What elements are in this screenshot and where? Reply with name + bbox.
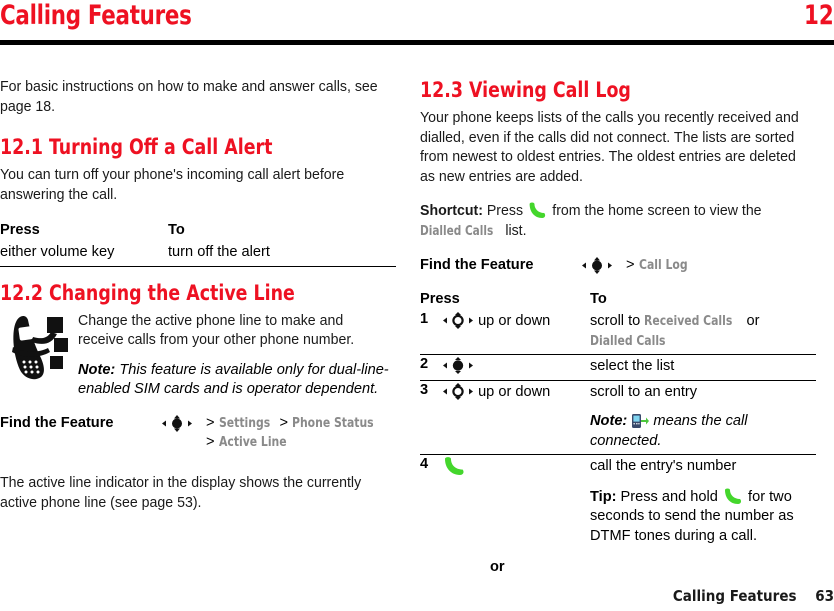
- find-the-feature-label: Find the Feature: [0, 415, 114, 432]
- shortcut-text-1: Press: [486, 203, 524, 219]
- tip-label: Tip:: [590, 488, 617, 505]
- column-header-press: Press: [0, 222, 40, 238]
- tip-text-1: Press and hold: [620, 488, 718, 505]
- page-title: Calling Features: [0, 0, 192, 31]
- menu-item-settings: Settings: [218, 416, 270, 432]
- nav-key-select-icon: [442, 357, 474, 374]
- column-header-to: To: [168, 222, 185, 238]
- section-heading-12-1: 12.1 Turning Off a Call Alert: [0, 135, 273, 160]
- intro-paragraph: For basic instructions on how to make an…: [0, 79, 378, 115]
- nav-key-select-icon: [160, 414, 206, 433]
- menu-item-dialled-calls: Dialled Calls: [590, 333, 666, 349]
- menu-item-call-log: Call Log: [638, 258, 688, 273]
- press-to-table-12-1: Press To either volume key turn off the …: [0, 220, 396, 267]
- find-the-feature-path: > Settings > Phone Status > Active Line: [206, 414, 383, 452]
- press-to-table-12-3: Press To 1 up or down scroll to Received…: [420, 289, 816, 549]
- path-separator-3: >: [206, 434, 215, 451]
- column-header-press: Press: [420, 291, 460, 307]
- table-row: 4 call the entry's number Tip: Press and…: [420, 455, 816, 550]
- shortcut-text-2: from the home screen to view the: [552, 203, 762, 219]
- step-number: 1: [420, 310, 442, 355]
- step-key: up or down: [442, 310, 590, 355]
- note-label: Note:: [590, 413, 628, 429]
- find-the-feature-label: Find the Feature: [420, 257, 534, 273]
- action-text-1: scroll to: [590, 313, 641, 329]
- note-label: Note:: [78, 361, 116, 378]
- step-action: select the list: [590, 354, 816, 381]
- footer-title: Calling Features: [672, 587, 797, 605]
- send-key-icon: [527, 202, 552, 219]
- cell-press: either volume key: [0, 241, 168, 267]
- footer-page-number: 63: [815, 587, 834, 605]
- table-row: 2 select the list: [420, 354, 816, 381]
- find-the-feature-12-3: Find the Feature > Call Log: [420, 256, 816, 275]
- find-the-feature-12-2: Find the Feature > Settings > Phone Stat…: [0, 414, 396, 452]
- header-divider: [0, 40, 834, 45]
- chapter-number: 12: [804, 0, 834, 31]
- table-row: 1 up or down scroll to Received Calls or: [420, 310, 816, 355]
- step-number: 3: [420, 380, 442, 455]
- illustration-block-12-2: Change the active phone line to make and…: [0, 312, 396, 400]
- phone-signal-icon: [10, 312, 72, 389]
- left-column: For basic instructions on how to make an…: [0, 78, 396, 528]
- step-key: up or down: [442, 380, 590, 455]
- or-separator: or: [490, 559, 505, 575]
- send-key-icon: [722, 488, 748, 505]
- section-heading-12-2: 12.2 Changing the Active Line: [0, 280, 295, 306]
- action-text-1: call the entry's number: [590, 458, 737, 474]
- table-header-row: Press To: [0, 220, 396, 241]
- path-separator: >: [626, 257, 635, 273]
- section-12-2-note: Note: This feature is available only for…: [78, 361, 396, 400]
- menu-item-active-line: Active Line: [218, 435, 287, 451]
- nav-key-select-icon: [580, 256, 626, 275]
- find-the-feature-path: > Call Log: [626, 256, 693, 275]
- page-header: Calling Features 12: [0, 0, 834, 46]
- shortcut-text-3: list.: [505, 222, 527, 239]
- step-number: 2: [420, 354, 442, 381]
- step-action: call the entry's number Tip: Press and h…: [590, 455, 816, 550]
- section-12-2-closing: The active line indicator in the display…: [0, 475, 362, 511]
- step-key: [442, 354, 590, 381]
- step-action: scroll to an entry Note: means the call …: [590, 380, 816, 455]
- section-12-1-body: You can turn off your phone's incoming c…: [0, 167, 345, 203]
- section-12-3-body: Your phone keeps lists of the calls you …: [420, 110, 799, 185]
- menu-item-received-calls: Received Calls: [644, 314, 733, 329]
- right-column: 12.3 Viewing Call Log Your phone keeps l…: [420, 78, 816, 575]
- menu-item-phone-status: Phone Status: [292, 416, 374, 432]
- nav-key-scroll-icon: [442, 312, 478, 329]
- step-note: Note: means the call connected.: [590, 412, 816, 451]
- step-key: [442, 455, 590, 550]
- table-row: 3 up or down scroll to an entry Note: me…: [420, 380, 816, 455]
- step-key-text: up or down: [478, 313, 551, 329]
- step-tip: Tip: Press and hold for two seconds to s…: [590, 488, 816, 547]
- shortcut-label: Shortcut:: [420, 203, 483, 219]
- section-12-2-body: Change the active phone line to make and…: [78, 312, 355, 349]
- menu-item-dialled-calls: Dialled Calls: [420, 223, 494, 239]
- send-key-icon: [442, 457, 468, 476]
- shortcut-paragraph: Shortcut: Press from the home screen to …: [420, 202, 804, 241]
- table-header-row: Press To: [420, 289, 816, 310]
- step-key-text: up or down: [478, 383, 551, 400]
- step-action: scroll to Received Calls or Dialled Call…: [590, 310, 816, 355]
- section-heading-12-3: 12.3 Viewing Call Log: [420, 78, 631, 103]
- column-header-to: To: [590, 291, 607, 307]
- table-row: either volume key turn off the alert: [0, 241, 396, 267]
- action-text-1: scroll to an entry: [590, 383, 698, 400]
- phone-connected-icon: [631, 413, 653, 429]
- step-number: 4: [420, 456, 429, 472]
- path-separator: >: [206, 415, 215, 432]
- cell-to: turn off the alert: [168, 241, 396, 267]
- path-separator-2: >: [279, 415, 289, 432]
- action-text-2: or: [746, 313, 760, 329]
- page-footer: Calling Features 63: [673, 587, 834, 605]
- nav-key-scroll-icon: [442, 382, 478, 400]
- note-text: This feature is available only for dual-…: [78, 361, 389, 398]
